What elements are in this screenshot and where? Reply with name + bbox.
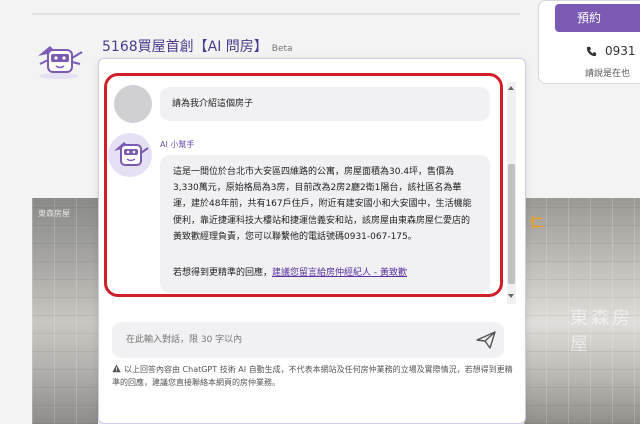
assistant-name: AI 小幫手 xyxy=(160,140,195,149)
agent-phone[interactable]: 0931 xyxy=(586,44,636,58)
send-icon[interactable] xyxy=(475,330,497,350)
scrollbar-thumb[interactable] xyxy=(508,164,515,284)
assistant-message: 這是一間位於台北市大安區四維路的公寓，房屋面積為30.4坪，售價為3,330萬元… xyxy=(160,155,490,293)
photo-watermark: 東森房屋 xyxy=(570,308,633,355)
photo-tag: 仁 xyxy=(530,216,544,231)
phone-number: 0931 xyxy=(605,44,636,58)
scroll-down-arrow-icon[interactable] xyxy=(508,294,514,298)
assistant-avatar xyxy=(108,133,152,177)
scroll-up-arrow-icon[interactable] xyxy=(508,86,514,90)
phone-note: 請說是在也 xyxy=(585,69,631,79)
section-divider xyxy=(32,13,520,15)
user-avatar xyxy=(114,85,152,123)
assistant-message-text: 這是一間位於台北市大安區四維路的公寓，房屋面積為30.4坪，售價為3,330萬元… xyxy=(173,167,472,242)
beta-badge: Beta xyxy=(271,44,293,54)
follow-up-line: 若想得到更精準的回應，建議您留言給房仲經紀人 - 黃致歡 xyxy=(173,265,478,281)
ai-mascot-icon xyxy=(114,142,149,166)
warning-icon xyxy=(112,364,121,373)
ai-disclaimer: 以上回答內容由 ChatGPT 技術 AI 自動生成，不代表本網站及任何房仲業務… xyxy=(112,363,518,389)
follow-up-prefix: 若想得到更精準的回應， xyxy=(173,268,273,278)
listing-photo-right[interactable]: 仁 東森房屋 xyxy=(524,198,640,424)
listing-photo-left[interactable]: 東森房屋 xyxy=(32,198,98,424)
chat-input-box[interactable] xyxy=(112,322,504,358)
chat-title: 5168買屋首創【AI 問房】 Beta xyxy=(102,36,293,56)
phone-icon xyxy=(586,46,597,56)
photo-watermark: 東森房屋 xyxy=(38,209,70,218)
chat-title-text: 5168買屋首創【AI 問房】 xyxy=(102,39,268,55)
chat-input[interactable] xyxy=(112,322,462,358)
disclaimer-text: 以上回答內容由 ChatGPT 技術 AI 自動生成，不代表本網站及任何房仲業務… xyxy=(112,365,513,387)
reserve-button[interactable]: 預約 xyxy=(555,4,640,32)
floor-tile-pattern xyxy=(32,198,98,424)
contact-agent-link[interactable]: 建議您留言給房仲經紀人 - 黃致歡 xyxy=(272,268,407,278)
user-message: 請為我介紹這個房子 xyxy=(160,87,490,121)
ai-mascot-icon xyxy=(38,46,83,79)
